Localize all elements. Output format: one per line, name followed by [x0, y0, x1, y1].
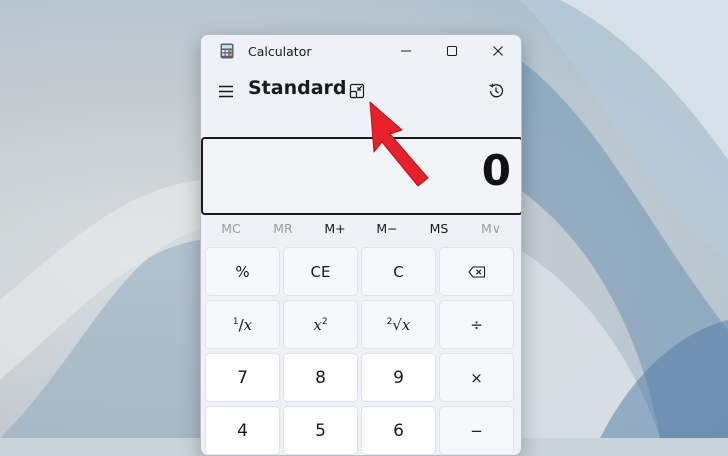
- square-x: x: [313, 315, 322, 334]
- maximize-button[interactable]: [429, 35, 475, 67]
- square-root-label: 2√x: [386, 315, 411, 334]
- red-pointer-arrow: [369, 101, 429, 187]
- multiply-button[interactable]: ×: [439, 353, 514, 402]
- reciprocal-label: 1/x: [232, 315, 253, 334]
- calculator-header: Standard: [201, 73, 521, 109]
- close-icon: [493, 46, 503, 56]
- title-bar[interactable]: Calculator: [201, 35, 521, 67]
- minimize-icon: [401, 50, 411, 52]
- square-root-button[interactable]: 2√x: [361, 300, 436, 349]
- reciprocal-button[interactable]: 1/x: [205, 300, 280, 349]
- clear-entry-label: CE: [310, 262, 331, 281]
- history-button[interactable]: [484, 79, 508, 103]
- digit-4-button[interactable]: 4: [205, 406, 280, 455]
- minus-button[interactable]: −: [439, 406, 514, 455]
- square-exponent: 2: [321, 316, 328, 327]
- navigation-menu-button[interactable]: [213, 78, 239, 104]
- digit-7-button[interactable]: 7: [205, 353, 280, 402]
- digit-8-button[interactable]: 8: [283, 353, 358, 402]
- digit-6-button[interactable]: 6: [361, 406, 436, 455]
- clear-label: C: [393, 262, 404, 281]
- keep-on-top-icon: [349, 83, 365, 99]
- maximize-icon: [447, 46, 457, 56]
- history-icon: [489, 83, 504, 98]
- percent-button[interactable]: %: [205, 247, 280, 296]
- digit-5-button[interactable]: 5: [283, 406, 358, 455]
- hamburger-icon: [219, 85, 233, 97]
- mode-title: Standard: [248, 77, 347, 99]
- reciprocal-x: x: [243, 315, 253, 334]
- percent-label: %: [235, 262, 250, 281]
- minus-label: −: [470, 421, 483, 440]
- close-button[interactable]: [475, 35, 521, 67]
- memory-clear-button[interactable]: MC: [205, 216, 257, 242]
- divide-button[interactable]: ÷: [439, 300, 514, 349]
- backspace-button[interactable]: [439, 247, 514, 296]
- memory-store-button[interactable]: MS: [413, 216, 465, 242]
- digit-9-label: 9: [393, 367, 404, 388]
- root-index: 2: [386, 316, 393, 327]
- clear-entry-button[interactable]: CE: [283, 247, 358, 296]
- root-x: x: [401, 315, 411, 334]
- multiply-label: ×: [470, 368, 483, 387]
- memory-list-button[interactable]: M∨: [465, 216, 517, 242]
- display-value: 0: [481, 146, 511, 195]
- window-title: Calculator: [248, 44, 312, 59]
- calculator-window: Calculator Standard 0 MC MR M+ M− MS M∨ …: [200, 34, 522, 456]
- memory-subtract-button[interactable]: M−: [361, 216, 413, 242]
- square-label: x2: [313, 316, 327, 334]
- memory-row: MC MR M+ M− MS M∨: [205, 216, 517, 242]
- digit-7-label: 7: [237, 367, 248, 388]
- square-button[interactable]: x2: [283, 300, 358, 349]
- digit-8-label: 8: [315, 367, 326, 388]
- backspace-icon: [467, 265, 485, 278]
- memory-add-button[interactable]: M+: [309, 216, 361, 242]
- calculator-app-icon: [220, 43, 234, 59]
- divide-label: ÷: [470, 315, 483, 334]
- memory-recall-button[interactable]: MR: [257, 216, 309, 242]
- clear-button[interactable]: C: [361, 247, 436, 296]
- minimize-button[interactable]: [383, 35, 429, 67]
- digit-9-button[interactable]: 9: [361, 353, 436, 402]
